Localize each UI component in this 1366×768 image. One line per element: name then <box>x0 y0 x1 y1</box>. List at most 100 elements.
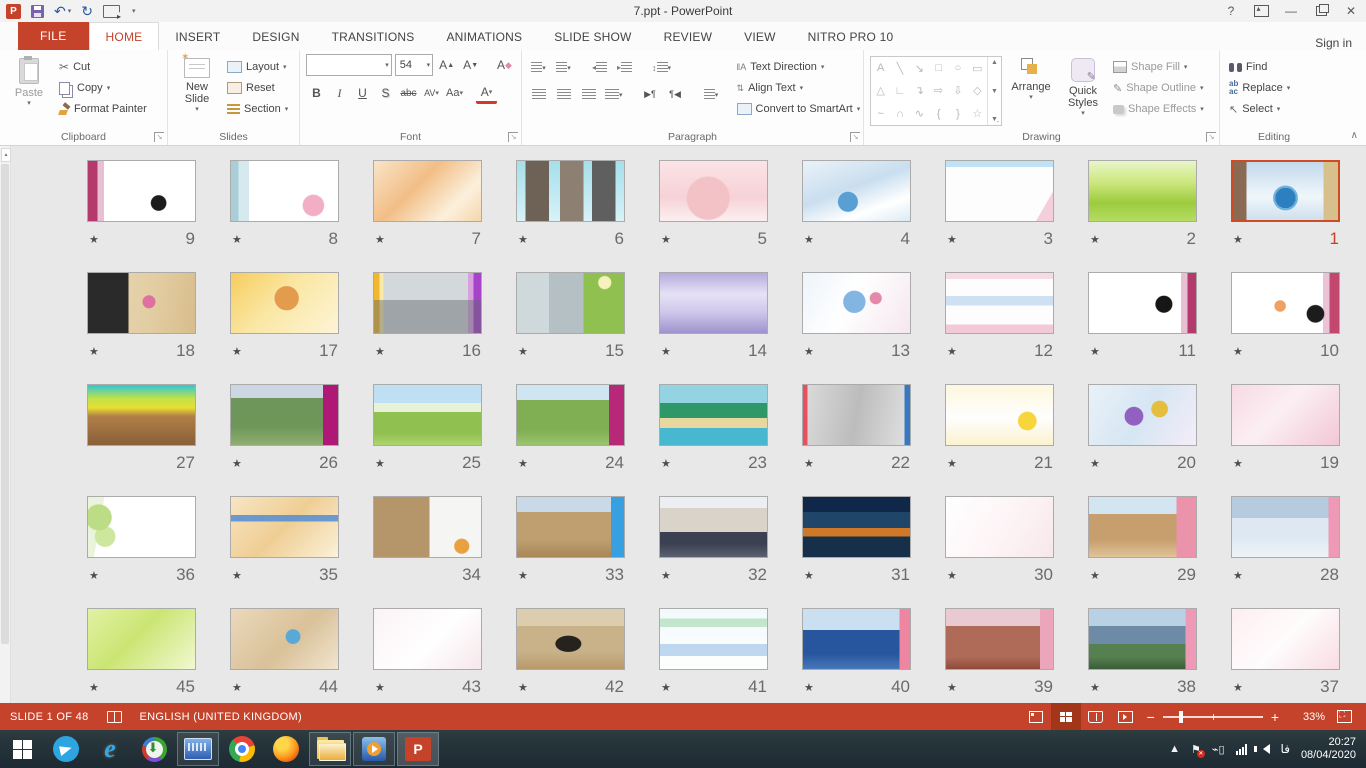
shape-glyph-9[interactable]: ⇨ <box>934 84 943 97</box>
slide-thumbnail[interactable] <box>87 496 196 558</box>
undo-icon[interactable]: ↶▾ <box>54 3 71 19</box>
italic-button[interactable]: I <box>329 84 350 103</box>
spell-check-icon[interactable] <box>107 711 122 723</box>
left-to-right-button[interactable]: ▶¶ <box>640 85 661 104</box>
ribbon-display-options-icon[interactable] <box>1246 0 1276 22</box>
text-shadow-button[interactable]: S <box>375 84 396 103</box>
taskbar-file-explorer[interactable] <box>309 732 351 766</box>
slide-thumbnail[interactable] <box>659 272 768 334</box>
language-indicator[interactable]: ENGLISH (UNITED KINGDOM) <box>140 711 302 723</box>
slide-show-button[interactable] <box>1111 703 1141 730</box>
font-color-button[interactable]: A▾ <box>476 82 497 104</box>
scrollbar-thumb[interactable] <box>1 164 9 644</box>
tab-transitions[interactable]: TRANSITIONS <box>316 23 431 50</box>
cut-button[interactable]: ✂Cut <box>56 58 150 76</box>
slide-thumbnail[interactable] <box>802 608 911 670</box>
slide-thumbnail[interactable] <box>230 384 339 446</box>
volume-icon[interactable] <box>1258 744 1270 754</box>
powerpoint-logo-icon[interactable]: P <box>6 3 21 19</box>
slide-thumbnail[interactable] <box>659 384 768 446</box>
slide-thumbnail[interactable] <box>659 608 768 670</box>
slide-thumbnail[interactable] <box>945 496 1054 558</box>
slide-thumbnail[interactable] <box>1088 608 1197 670</box>
columns-button[interactable]: ▾ <box>701 85 722 104</box>
slide-thumbnail[interactable] <box>516 608 625 670</box>
character-spacing-button[interactable]: AV▾ <box>421 84 442 103</box>
slide-thumbnail[interactable] <box>1231 160 1340 222</box>
zoom-out-icon[interactable]: − <box>1141 709 1161 725</box>
taskbar-remote-keyboard-app[interactable] <box>177 732 219 766</box>
slide-thumbnail[interactable] <box>802 272 911 334</box>
slide-thumbnail[interactable] <box>1088 272 1197 334</box>
shapes-more-icon[interactable]: ▼̱ <box>991 116 998 123</box>
quick-styles-button[interactable]: Quick Styles ▾ <box>1060 54 1106 129</box>
sign-in-link[interactable]: Sign in <box>1315 36 1366 50</box>
slide-thumbnail[interactable] <box>516 384 625 446</box>
tray-expand-icon[interactable]: ▲ <box>1169 743 1180 755</box>
shape-glyph-0[interactable]: A <box>877 62 884 74</box>
font-dialog-launcher[interactable]: ↘ <box>508 132 518 142</box>
tab-view[interactable]: VIEW <box>728 23 791 50</box>
taskbar-firefox[interactable] <box>264 730 308 768</box>
shapes-gallery-scrollbar[interactable]: ▲ ▼ ▼̱ <box>987 57 1001 125</box>
slide-thumbnail[interactable] <box>373 384 482 446</box>
font-name-combo[interactable]: ▾ <box>306 54 392 76</box>
slide-indicator[interactable]: SLIDE 1 OF 48 <box>10 711 89 723</box>
right-to-left-button[interactable]: ¶◀ <box>665 85 686 104</box>
zoom-slider-thumb[interactable] <box>1179 711 1183 723</box>
change-case-button[interactable]: Aa▾ <box>444 84 465 103</box>
paragraph-dialog-launcher[interactable]: ↘ <box>850 132 860 142</box>
align-left-button[interactable] <box>528 85 549 104</box>
fit-slide-to-window-icon[interactable] <box>1337 710 1352 723</box>
slide-thumbnail[interactable] <box>1088 384 1197 446</box>
slide-thumbnail[interactable] <box>373 272 482 334</box>
shape-glyph-15[interactable]: { <box>937 108 941 120</box>
decrease-indent-button[interactable]: ◂ <box>589 58 610 77</box>
shape-effects-button[interactable]: Shape Effects▾ <box>1110 100 1207 118</box>
save-icon[interactable] <box>31 3 44 19</box>
arrange-button[interactable]: Arrange ▾ <box>1006 54 1056 129</box>
network-signal-icon[interactable] <box>1236 744 1247 755</box>
slide-thumbnail[interactable] <box>373 160 482 222</box>
shape-fill-button[interactable]: Shape Fill▾ <box>1110 58 1207 76</box>
slide-thumbnail[interactable] <box>87 608 196 670</box>
bullets-button[interactable]: ▾ <box>528 58 549 77</box>
shape-glyph-5[interactable]: ▭ <box>972 62 982 75</box>
zoom-level[interactable]: 33% <box>1289 711 1325 723</box>
copy-button[interactable]: Copy▾ <box>56 79 150 97</box>
repeat-icon[interactable]: ↻ <box>81 3 93 19</box>
slide-thumbnail[interactable] <box>230 160 339 222</box>
decrease-font-size-button[interactable]: A▼ <box>460 56 481 75</box>
slide-thumbnail[interactable] <box>87 160 196 222</box>
slide-thumbnail[interactable] <box>945 160 1054 222</box>
slide-thumbnail[interactable] <box>945 384 1054 446</box>
shapes-scroll-up-icon[interactable]: ▲ <box>991 59 998 66</box>
vertical-scrollbar[interactable]: ▲ <box>0 146 11 703</box>
slide-thumbnail[interactable] <box>1231 384 1340 446</box>
shape-glyph-17[interactable]: ☆ <box>972 107 982 120</box>
tab-review[interactable]: REVIEW <box>648 23 729 50</box>
font-size-combo[interactable]: 54▾ <box>395 54 433 76</box>
tab-insert[interactable]: INSERT <box>159 23 236 50</box>
power-plug-icon[interactable]: ⌁▯ <box>1212 743 1225 756</box>
strikethrough-button[interactable]: abc <box>398 84 419 103</box>
select-button[interactable]: ↖Select▾ <box>1226 100 1293 118</box>
reset-button[interactable]: Reset <box>224 79 291 97</box>
taskbar-idm[interactable] <box>132 730 176 768</box>
slide-thumbnail[interactable] <box>230 608 339 670</box>
slide-thumbnail[interactable] <box>373 608 482 670</box>
taskbar-powerpoint[interactable]: P <box>397 732 439 766</box>
taskbar-chrome[interactable] <box>220 730 264 768</box>
slide-thumbnail[interactable] <box>1231 272 1340 334</box>
increase-font-size-button[interactable]: A▲ <box>436 56 457 75</box>
start-slideshow-icon[interactable] <box>103 3 120 19</box>
shape-glyph-12[interactable]: ~ <box>877 108 883 120</box>
paste-button[interactable]: Paste ▾ <box>6 54 52 129</box>
format-painter-button[interactable]: Format Painter <box>56 100 150 118</box>
tab-animations[interactable]: ANIMATIONS <box>430 23 538 50</box>
slide-thumbnail[interactable] <box>802 496 911 558</box>
tab-design[interactable]: DESIGN <box>236 23 315 50</box>
clipboard-dialog-launcher[interactable]: ↘ <box>154 132 164 142</box>
align-text-button[interactable]: ⇅Align Text▾ <box>734 79 864 97</box>
align-center-button[interactable] <box>553 85 574 104</box>
